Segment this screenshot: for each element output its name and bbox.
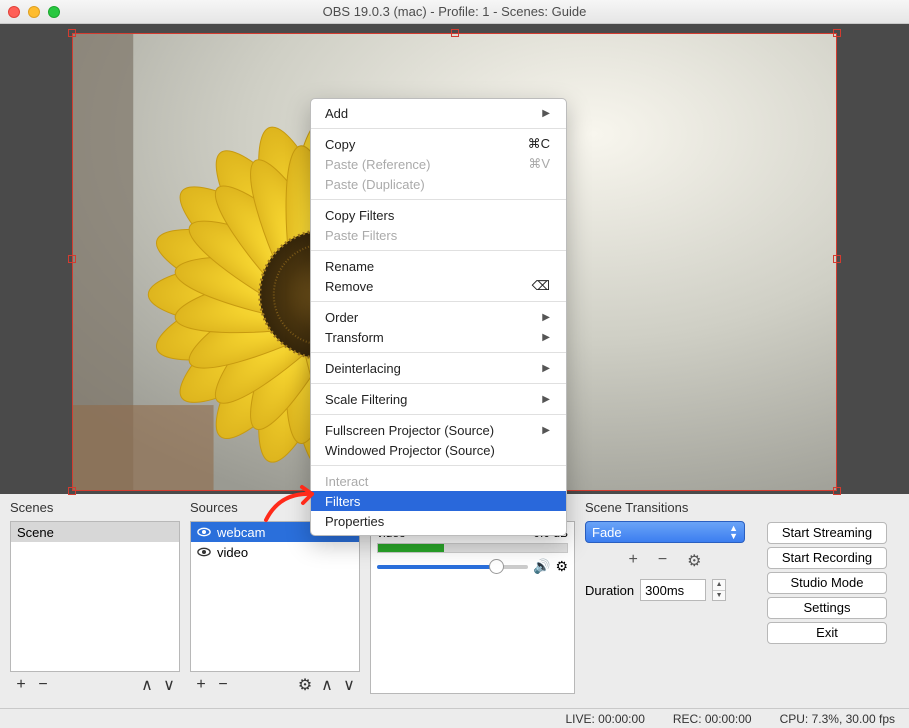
duration-input[interactable] (640, 579, 706, 601)
settings-button[interactable]: Settings (767, 597, 887, 619)
remove-transition-button[interactable]: − (658, 551, 667, 571)
scenes-list[interactable]: Scene (10, 521, 180, 672)
menu-properties[interactable]: Properties (311, 511, 566, 531)
remove-source-button[interactable]: − (212, 676, 234, 694)
menu-deinterlacing[interactable]: Deinterlacing▶ (311, 358, 566, 378)
start-recording-button[interactable]: Start Recording (767, 547, 887, 569)
menu-separator (311, 199, 566, 200)
audio-mixer: video 0.0 dB 🔊 ⚙ (370, 521, 575, 694)
submenu-arrow-icon: ▶ (542, 425, 550, 436)
source-label: webcam (217, 525, 265, 540)
mixer-gear-icon[interactable]: ⚙ (555, 558, 568, 575)
status-rec: REC: 00:00:00 (673, 712, 752, 726)
submenu-arrow-icon: ▶ (542, 363, 550, 374)
studio-mode-button[interactable]: Studio Mode (767, 572, 887, 594)
menu-add[interactable]: Add▶ (311, 103, 566, 123)
menu-rename[interactable]: Rename (311, 256, 566, 276)
titlebar: OBS 19.0.3 (mac) - Profile: 1 - Scenes: … (0, 0, 909, 24)
menu-paste-duplicate: Paste (Duplicate) (311, 174, 566, 194)
menu-interact: Interact (311, 471, 566, 491)
menu-separator (311, 465, 566, 466)
source-item-video[interactable]: video (191, 542, 359, 562)
menu-transform[interactable]: Transform▶ (311, 327, 566, 347)
status-bar: LIVE: 00:00:00 REC: 00:00:00 CPU: 7.3%, … (0, 708, 909, 728)
remove-scene-button[interactable]: − (32, 676, 54, 694)
volume-slider[interactable] (377, 565, 528, 569)
menu-separator (311, 301, 566, 302)
resize-handle[interactable] (68, 255, 76, 263)
sources-toolbar: + − ⚙ ∧ ∨ (190, 672, 360, 694)
resize-handle[interactable] (833, 487, 841, 495)
resize-handle[interactable] (68, 29, 76, 37)
move-source-down-button[interactable]: ∨ (338, 676, 360, 694)
transition-settings-button[interactable]: ⚙ (687, 551, 701, 571)
menu-separator (311, 250, 566, 251)
move-scene-down-button[interactable]: ∨ (158, 676, 180, 694)
exit-button[interactable]: Exit (767, 622, 887, 644)
status-live: LIVE: 00:00:00 (565, 712, 644, 726)
speaker-icon[interactable]: 🔊 (533, 558, 550, 575)
transition-select[interactable]: Fade ▲▼ (585, 521, 745, 543)
menu-filters[interactable]: Filters (311, 491, 566, 511)
menu-separator (311, 128, 566, 129)
controls-column: Start Streaming Start Recording Studio M… (755, 500, 899, 694)
window-title: OBS 19.0.3 (mac) - Profile: 1 - Scenes: … (0, 4, 909, 19)
visibility-icon[interactable] (197, 545, 211, 559)
menu-separator (311, 383, 566, 384)
menu-scale-filtering[interactable]: Scale Filtering▶ (311, 389, 566, 409)
add-scene-button[interactable]: + (10, 676, 32, 694)
scene-item[interactable]: Scene (11, 522, 179, 542)
resize-handle[interactable] (833, 29, 841, 37)
menu-separator (311, 352, 566, 353)
source-context-menu: Add▶ Copy⌘C Paste (Reference)⌘V Paste (D… (310, 98, 567, 536)
menu-copy-filters[interactable]: Copy Filters (311, 205, 566, 225)
duration-spinner[interactable]: ▲▼ (712, 579, 726, 601)
submenu-arrow-icon: ▶ (542, 332, 550, 343)
audio-meter (377, 543, 568, 553)
menu-paste-reference: Paste (Reference)⌘V (311, 154, 566, 174)
move-scene-up-button[interactable]: ∧ (136, 676, 158, 694)
menu-paste-filters: Paste Filters (311, 225, 566, 245)
resize-handle[interactable] (451, 29, 459, 37)
menu-remove[interactable]: Remove⌫ (311, 276, 566, 296)
select-arrows-icon: ▲▼ (729, 524, 738, 540)
scenes-heading: Scenes (10, 500, 180, 515)
visibility-icon[interactable] (197, 525, 211, 539)
submenu-arrow-icon: ▶ (542, 108, 550, 119)
menu-copy[interactable]: Copy⌘C (311, 134, 566, 154)
duration-label: Duration (585, 583, 634, 598)
sources-list[interactable]: webcam video (190, 521, 360, 672)
move-source-up-button[interactable]: ∧ (316, 676, 338, 694)
source-settings-button[interactable]: ⚙ (294, 676, 316, 694)
menu-separator (311, 414, 566, 415)
resize-handle[interactable] (833, 255, 841, 263)
menu-windowed-projector[interactable]: Windowed Projector (Source) (311, 440, 566, 460)
volume-thumb[interactable] (489, 559, 504, 574)
scenes-toolbar: + − ∧ ∨ (10, 672, 180, 694)
resize-handle[interactable] (68, 487, 76, 495)
transitions-heading: Scene Transitions (585, 500, 745, 515)
submenu-arrow-icon: ▶ (542, 312, 550, 323)
add-source-button[interactable]: + (190, 676, 212, 694)
source-label: video (217, 545, 248, 560)
status-cpu: CPU: 7.3%, 30.00 fps (780, 712, 895, 726)
add-transition-button[interactable]: + (628, 551, 637, 571)
menu-fullscreen-projector[interactable]: Fullscreen Projector (Source)▶ (311, 420, 566, 440)
menu-order[interactable]: Order▶ (311, 307, 566, 327)
start-streaming-button[interactable]: Start Streaming (767, 522, 887, 544)
submenu-arrow-icon: ▶ (542, 394, 550, 405)
